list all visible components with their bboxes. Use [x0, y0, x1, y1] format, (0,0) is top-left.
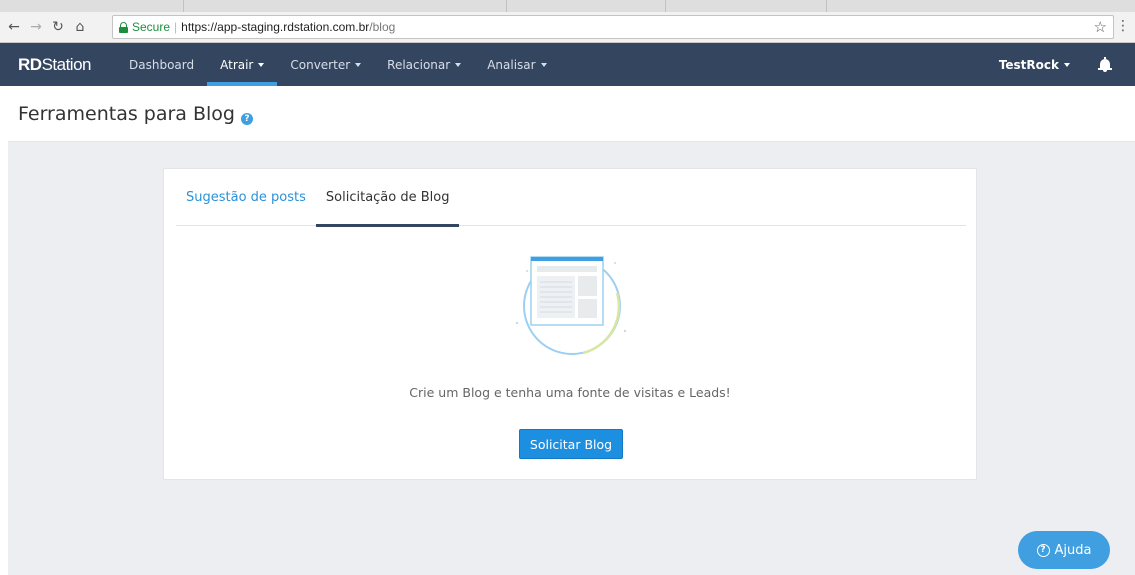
forward-arrow-icon[interactable]: → — [28, 19, 44, 35]
user-name: TestRock — [998, 57, 1059, 72]
sparkle-dot — [623, 329, 627, 333]
url-separator: | — [174, 20, 178, 34]
caret-down-icon — [355, 62, 362, 67]
tab-divider — [665, 0, 666, 12]
browser-window-topbar — [531, 257, 603, 261]
page-title: Ferramentas para Blog? — [18, 103, 253, 125]
nav-item-dashboard[interactable]: Dashboard — [116, 43, 207, 86]
blog-tools-card: Sugestão de posts Solicitação de Blog Cr… — [163, 168, 977, 480]
nav-menu: Dashboard Atrair Converter Relacionar An… — [116, 43, 560, 86]
caret-down-icon — [258, 62, 265, 67]
nav-item-atrair[interactable]: Atrair — [207, 43, 278, 86]
url-path: /blog — [369, 20, 396, 34]
nav-item-label: Converter — [290, 57, 351, 72]
tab-divider — [826, 0, 827, 12]
bookmark-star-icon[interactable]: ☆ — [1094, 18, 1107, 36]
help-circle-icon: ? — [1036, 543, 1050, 557]
illustration-text-lines — [540, 281, 572, 313]
tab-solicitacao-de-blog[interactable]: Solicitação de Blog — [315, 169, 460, 227]
help-fab-button[interactable]: ? Ajuda — [1018, 531, 1110, 569]
back-arrow-icon[interactable]: ← — [6, 19, 22, 35]
reload-icon[interactable]: ↻ — [50, 19, 66, 35]
nav-item-relacionar[interactable]: Relacionar — [374, 43, 474, 86]
brand-logo[interactable]: RDStation — [18, 54, 92, 75]
tab-divider — [506, 0, 507, 12]
address-bar[interactable]: Secure | https://app-staging.rdstation.c… — [112, 15, 1114, 39]
caret-down-icon — [1064, 62, 1070, 67]
nav-item-label: Relacionar — [387, 57, 451, 72]
tab-divider — [183, 0, 184, 12]
url-host: https://app-staging.rdstation.com.br — [181, 20, 370, 34]
left-gutter — [0, 86, 8, 575]
nav-item-converter[interactable]: Converter — [277, 43, 374, 86]
nav-item-label: Analisar — [487, 57, 536, 72]
nav-item-analisar[interactable]: Analisar — [474, 43, 559, 86]
sparkle-dot — [614, 262, 616, 264]
help-question-icon[interactable]: ? — [240, 112, 253, 125]
tab-sugestao-de-posts[interactable]: Sugestão de posts — [176, 169, 316, 226]
brand-bold: RD — [18, 54, 42, 74]
solicitar-blog-button[interactable]: Solicitar Blog — [519, 429, 623, 459]
caret-down-icon — [455, 62, 462, 67]
page-header: Ferramentas para Blog? — [8, 86, 1135, 142]
page-title-text: Ferramentas para Blog — [18, 102, 235, 125]
browser-tab-strip — [0, 0, 1135, 12]
lock-icon — [119, 21, 128, 33]
sparkle-dot — [526, 270, 528, 272]
illustration-side-block — [578, 276, 597, 296]
nav-item-label: Atrair — [220, 57, 254, 72]
sparkle-dot — [515, 321, 519, 325]
empty-state-message: Crie um Blog e tenha uma fonte de visita… — [409, 385, 731, 400]
illustration-header-block — [537, 266, 597, 272]
browser-toolbar: ← → ↻ ⌂ Secure | https://app-staging.rds… — [0, 12, 1135, 43]
brand-rest: Station — [41, 54, 92, 74]
help-fab-label: Ajuda — [1054, 542, 1092, 558]
secure-label: Secure — [132, 20, 171, 34]
notification-bell-icon[interactable] — [1098, 56, 1112, 73]
tab-bar: Sugestão de posts Solicitação de Blog — [176, 169, 966, 227]
nav-right: TestRock — [999, 43, 1135, 86]
blog-illustration — [515, 256, 627, 355]
home-icon[interactable]: ⌂ — [72, 19, 88, 35]
illustration-side-block — [578, 299, 597, 318]
nav-item-label: Dashboard — [129, 57, 195, 72]
browser-menu-icon[interactable]: ⋮ — [1116, 18, 1130, 34]
user-menu[interactable]: TestRock — [999, 58, 1070, 72]
main-navbar: RDStation Dashboard Atrair Converter Rel… — [0, 43, 1135, 86]
caret-down-icon — [540, 62, 547, 67]
